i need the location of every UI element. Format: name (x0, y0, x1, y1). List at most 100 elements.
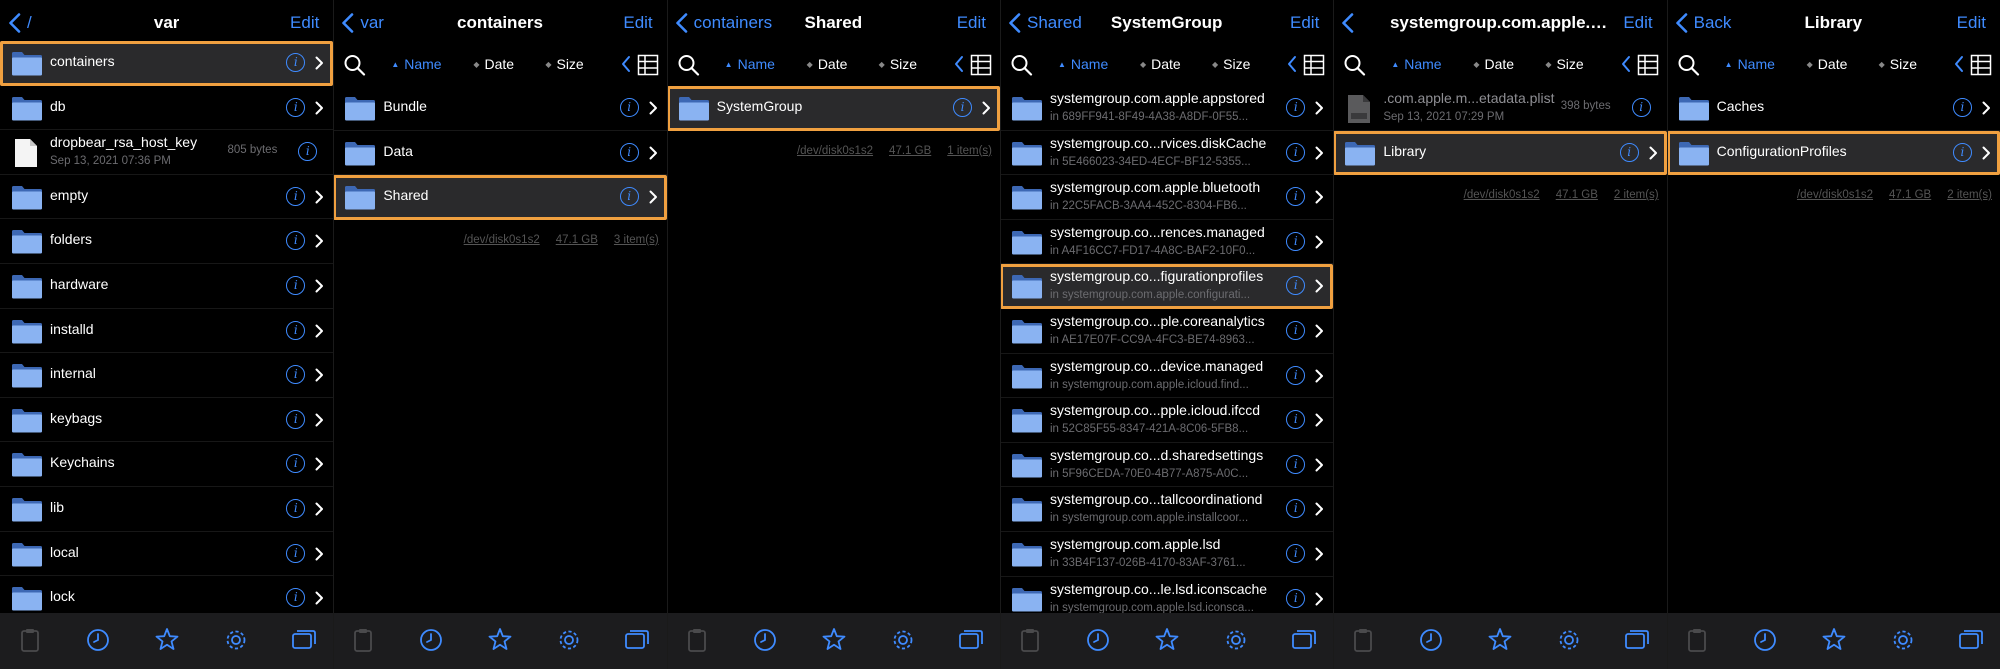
info-icon[interactable]: i (1286, 98, 1306, 117)
info-icon[interactable]: i (619, 98, 639, 117)
folder-row[interactable]: ConfigurationProfiles i (1666, 130, 2000, 176)
sort-name-button[interactable]: ▲ Name (725, 56, 775, 72)
info-icon[interactable]: i (619, 142, 639, 162)
clipboard-icon[interactable] (16, 626, 44, 654)
folder-row[interactable]: Caches i (1666, 86, 2000, 131)
clock-icon[interactable] (84, 626, 112, 654)
clipboard-icon[interactable] (349, 626, 377, 654)
folder-row[interactable]: systemgroup.co...device.managed in system… (999, 354, 1334, 399)
gear-icon[interactable] (889, 626, 917, 654)
info-icon[interactable]: i (286, 97, 306, 117)
back-button[interactable]: / (8, 13, 32, 33)
sort-name-button[interactable]: ▲ Name (1058, 56, 1108, 72)
gear-icon[interactable] (555, 626, 583, 654)
info-icon[interactable]: i (619, 187, 639, 207)
gear-icon[interactable] (1222, 626, 1250, 654)
info-icon[interactable]: i (286, 186, 306, 206)
search-icon[interactable] (1343, 54, 1367, 76)
info-icon[interactable]: i (1286, 231, 1306, 251)
search-icon[interactable] (343, 54, 367, 76)
sort-date-button[interactable]: ◆ Date (1807, 56, 1848, 72)
folder-row[interactable]: systemgroup.co...pple.icloud.ifccd in 52C… (999, 398, 1334, 443)
collapse-icon[interactable] (954, 55, 964, 73)
folder-row[interactable]: hardware i (0, 264, 334, 309)
folder-row[interactable]: Data i (333, 131, 667, 176)
folder-row[interactable]: keybags i (0, 398, 334, 443)
collapse-icon[interactable] (1287, 55, 1297, 73)
folder-row[interactable]: lib i (0, 487, 334, 532)
back-button[interactable] (1341, 13, 1360, 33)
info-icon[interactable]: i (1631, 98, 1651, 117)
info-icon[interactable]: i (286, 498, 306, 518)
folder-row[interactable]: Shared i (333, 175, 667, 220)
star-icon[interactable] (1486, 626, 1514, 654)
info-icon[interactable]: i (286, 231, 306, 251)
info-icon[interactable]: i (286, 365, 306, 385)
clipboard-icon[interactable] (1683, 626, 1711, 654)
gear-icon[interactable] (222, 626, 250, 654)
file-row[interactable]: dropbear_rsa_host_key Sep 13, 2021 07:36 … (0, 130, 334, 175)
folder-row[interactable]: internal i (0, 353, 334, 398)
info-icon[interactable]: i (286, 275, 306, 295)
clock-icon[interactable] (1751, 626, 1779, 654)
clock-icon[interactable] (1084, 626, 1112, 654)
info-icon[interactable]: i (286, 588, 306, 608)
sort-size-button[interactable]: ◆ Size (1212, 56, 1250, 72)
sort-date-button[interactable]: ◆ Date (473, 56, 514, 72)
info-icon[interactable]: i (1286, 320, 1306, 340)
sort-size-button[interactable]: ◆ Size (1879, 56, 1917, 72)
sort-name-button[interactable]: ▲ Name (391, 56, 441, 72)
folder-row[interactable]: systemgroup.co...rences.managed in A4F16C… (999, 220, 1334, 265)
folder-row[interactable]: empty i (0, 175, 334, 220)
star-icon[interactable] (486, 626, 514, 654)
sort-date-button[interactable]: ◆ Date (1140, 56, 1181, 72)
info-icon[interactable]: i (952, 98, 972, 117)
folder-row[interactable]: systemgroup.co...ple.coreanalytics in AE1… (999, 309, 1334, 354)
view-mode-icon[interactable] (1637, 54, 1659, 76)
edit-button[interactable]: Edit (623, 13, 652, 33)
sort-name-button[interactable]: ▲ Name (1391, 56, 1441, 72)
back-button[interactable]: var (341, 13, 384, 33)
clipboard-icon[interactable] (1016, 626, 1044, 654)
back-button[interactable]: Back (1675, 13, 1731, 33)
sort-size-button[interactable]: ◆ Size (1545, 56, 1583, 72)
folder-row[interactable]: containers i (0, 41, 334, 86)
windows-icon[interactable] (1623, 626, 1651, 654)
folder-row[interactable]: systemgroup.co...d.sharedsettings in 5F96… (999, 443, 1334, 488)
star-icon[interactable] (1153, 626, 1181, 654)
info-icon[interactable]: i (298, 142, 318, 162)
info-icon[interactable]: i (286, 454, 306, 474)
gear-icon[interactable] (1555, 626, 1583, 654)
search-icon[interactable] (1677, 54, 1701, 76)
gear-icon[interactable] (1889, 626, 1917, 654)
folder-row[interactable]: systemgroup.co...tallcoordinationd in sys… (999, 487, 1334, 532)
sort-size-button[interactable]: ◆ Size (879, 56, 917, 72)
clock-icon[interactable] (417, 626, 445, 654)
windows-icon[interactable] (957, 626, 985, 654)
info-icon[interactable]: i (1286, 187, 1306, 207)
windows-icon[interactable] (1290, 626, 1318, 654)
clock-icon[interactable] (1417, 626, 1445, 654)
search-icon[interactable] (1010, 54, 1034, 76)
info-icon[interactable]: i (1619, 142, 1639, 162)
folder-row[interactable]: Library i (1333, 130, 1667, 176)
info-icon[interactable]: i (286, 543, 306, 563)
edit-button[interactable]: Edit (957, 13, 986, 33)
back-button[interactable]: containers (675, 13, 772, 33)
folder-row[interactable]: systemgroup.co...rvices.diskCache in 5E46… (999, 131, 1334, 176)
file-row[interactable]: .com.apple.m...etadata.plist Sep 13, 2021… (1333, 86, 1667, 131)
sort-date-button[interactable]: ◆ Date (807, 56, 848, 72)
folder-row[interactable]: SystemGroup i (666, 86, 1000, 131)
folder-row[interactable]: installd i (0, 309, 334, 354)
view-mode-icon[interactable] (1303, 54, 1325, 76)
folder-row[interactable]: Bundle i (333, 86, 667, 131)
sort-name-button[interactable]: ▲ Name (1725, 56, 1775, 72)
info-icon[interactable]: i (1286, 454, 1306, 474)
star-icon[interactable] (153, 626, 181, 654)
info-icon[interactable]: i (1286, 365, 1306, 385)
info-icon[interactable]: i (1952, 142, 1972, 162)
view-mode-icon[interactable] (637, 54, 659, 76)
info-icon[interactable]: i (286, 320, 306, 340)
folder-row[interactable]: Keychains i (0, 442, 334, 487)
info-icon[interactable]: i (1286, 499, 1306, 519)
